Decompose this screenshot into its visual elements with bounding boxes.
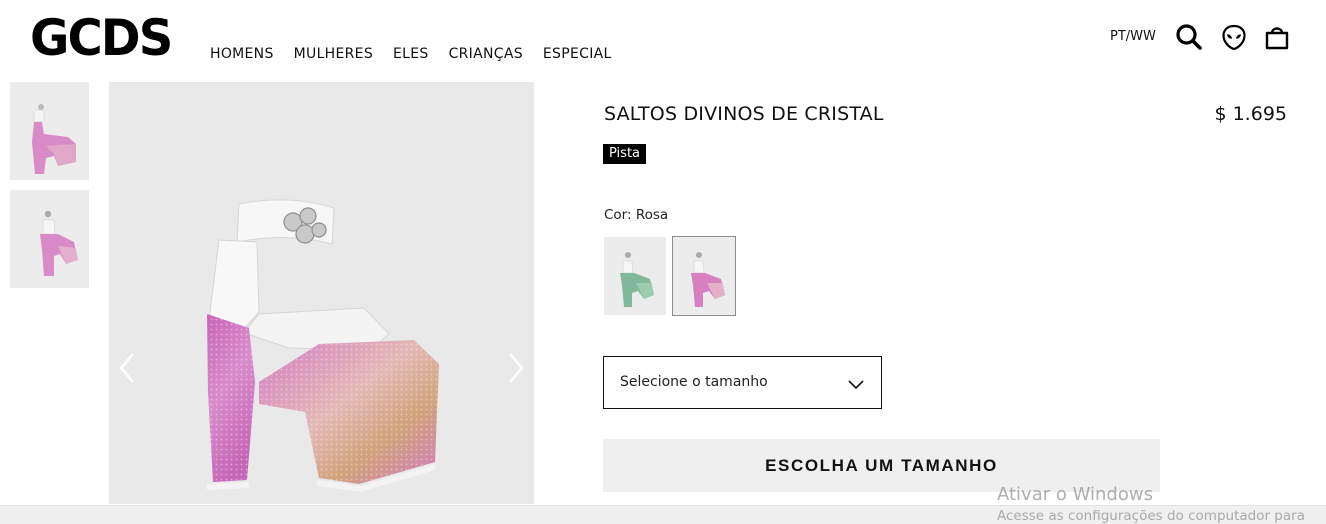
nav-item-criancas[interactable]: CRIANÇAS bbox=[449, 46, 523, 62]
chevron-left-icon[interactable] bbox=[115, 348, 139, 388]
brand-logo[interactable]: GCDS bbox=[30, 12, 173, 64]
nav-item-especial[interactable]: ESPECIAL bbox=[543, 46, 612, 62]
size-select-placeholder: Selecione o tamanho bbox=[620, 374, 768, 390]
color-label: Cor: Rosa bbox=[604, 207, 669, 223]
size-select[interactable]: Selecione o tamanho bbox=[603, 356, 882, 409]
chevron-right-icon[interactable] bbox=[504, 348, 528, 388]
chevron-down-icon bbox=[848, 380, 864, 390]
windows-activation-subtitle: Acesse as configurações do computador pa… bbox=[997, 508, 1305, 524]
main-nav: HOMENS MULHERES ELES CRIANÇAS ESPECIAL bbox=[210, 46, 632, 62]
nav-item-mulheres[interactable]: MULHERES bbox=[294, 46, 373, 62]
thumbnail-side-view[interactable] bbox=[10, 82, 89, 180]
nav-item-eles[interactable]: ELES bbox=[393, 46, 429, 62]
main-product-image bbox=[109, 82, 534, 504]
product-badge: Pista bbox=[603, 144, 647, 164]
search-icon[interactable] bbox=[1174, 22, 1204, 52]
color-swatch-pink[interactable] bbox=[672, 236, 736, 316]
nav-item-homens[interactable]: HOMENS bbox=[210, 46, 274, 62]
pink-crystal-heel-image bbox=[207, 199, 439, 492]
locale-selector[interactable]: PT/WW bbox=[1110, 29, 1156, 44]
color-swatch-green[interactable] bbox=[604, 237, 666, 315]
product-title: SALTOS DIVINOS DE CRISTAL bbox=[604, 103, 884, 125]
windows-activation-title: Ativar o Windows bbox=[997, 484, 1153, 505]
product-price: $ 1.695 bbox=[1214, 103, 1287, 125]
alien-account-icon[interactable] bbox=[1219, 22, 1249, 52]
shopping-bag-icon[interactable] bbox=[1262, 22, 1292, 52]
thumbnail-front-view[interactable] bbox=[10, 190, 89, 288]
